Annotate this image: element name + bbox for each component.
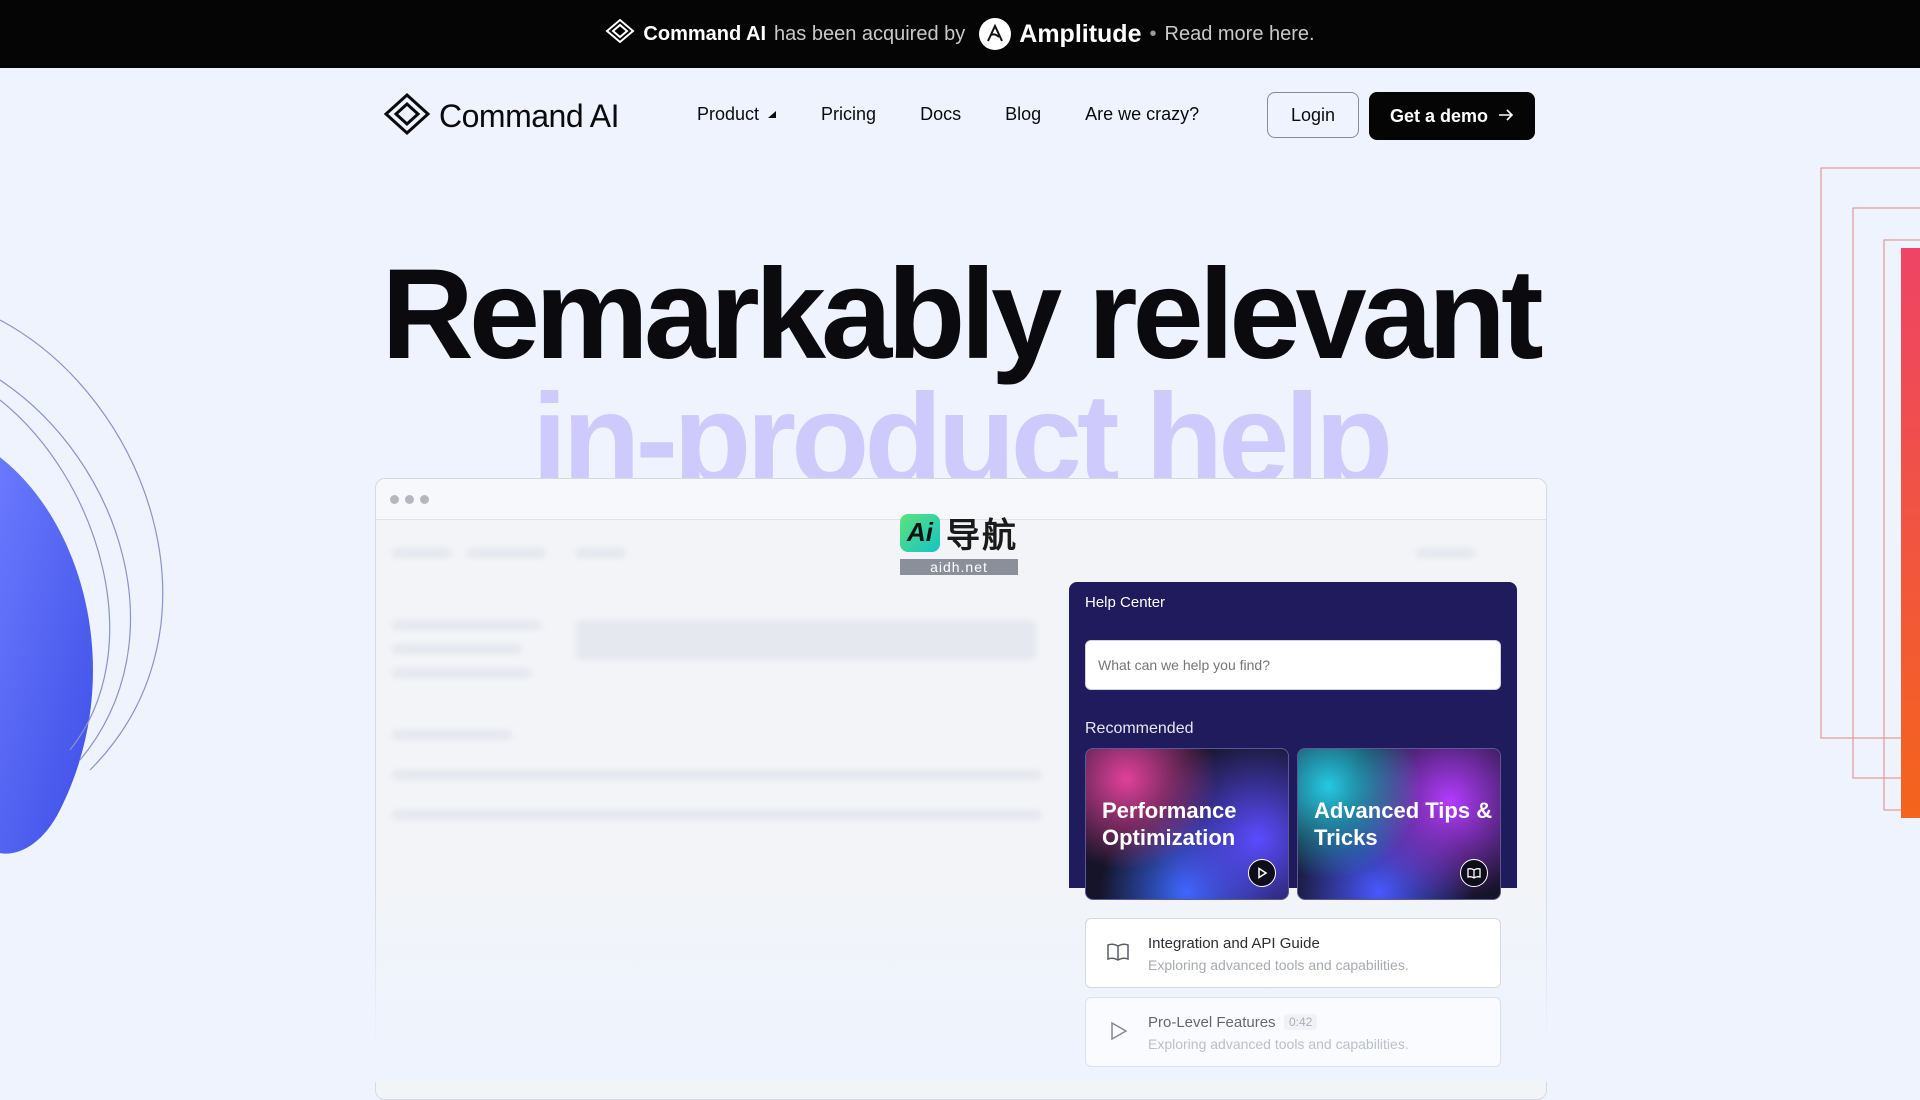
hero-title: Remarkably relevant [381,243,1543,386]
bottom-fade [0,880,1920,1082]
list-item-title: Pro-Level Features [1148,1014,1276,1031]
placeholder-bar [392,548,452,558]
placeholder-bar [576,548,626,558]
window-dot-icon [405,494,414,504]
nav-links: Product Pricing Docs Blog Are we crazy? [697,104,1199,125]
nav-item-blog[interactable]: Blog [1005,104,1041,125]
announcement-text: has been acquired by [774,22,966,45]
list-item-title: Integration and API Guide [1148,935,1320,952]
placeholder-bar [466,548,546,558]
command-ai-logo-icon [605,18,635,50]
aidh-watermark: Ai 导航 aidh.net [896,508,1022,575]
play-icon [1106,1020,1130,1047]
command-ai-logo-icon [383,92,431,141]
placeholder-bar [392,668,532,678]
announcement-bar[interactable]: Command AI has been acquired by Amplitud… [0,0,1920,68]
nav-item-product[interactable]: Product [697,104,777,125]
announcement-separator: • [1149,22,1157,45]
main-nav: Command AI Product Pricing Docs Blog Are… [0,68,1920,164]
placeholder-bar [1416,548,1476,558]
get-demo-label: Get a demo [1389,105,1489,126]
nav-item-label: Product [697,104,760,124]
placeholder-bar [392,730,512,740]
help-center-title: Help Center [1085,594,1166,611]
play-icon[interactable] [1248,859,1276,887]
placeholder-bar [392,620,542,630]
help-search-input[interactable] [1085,640,1501,690]
read-more-link[interactable]: Read more here. [1165,23,1315,46]
list-item-pro-level-features[interactable]: Pro-Level Features 0:42 Exploring advanc… [1085,997,1501,1067]
duration-badge: 0:42 [1284,1014,1318,1030]
logo-text: Command AI [439,98,619,134]
arrow-right-icon [1498,106,1514,127]
list-item-integration-guide[interactable]: Integration and API Guide Exploring adva… [1085,918,1501,988]
list-item-desc: Exploring advanced tools and capabilitie… [1148,957,1409,973]
book-icon [1106,941,1130,968]
get-demo-button[interactable]: Get a demo [1369,92,1535,140]
watermark-badge: Ai [900,513,940,552]
help-center-widget: Help Center Recommended Performance Opti… [1069,582,1517,1082]
card-title: Performance Optimization [1102,798,1237,850]
card-advanced-tips[interactable]: Advanced Tips & Tricks [1297,748,1501,900]
book-icon[interactable] [1460,859,1488,887]
placeholder-bar [392,810,1042,820]
announcement-brand: Command AI [643,22,767,45]
watermark-text: 导航 [946,517,1018,555]
nav-item-pricing[interactable]: Pricing [821,104,876,125]
caret-down-icon [767,104,777,125]
window-dot-icon [390,494,399,504]
placeholder-bar [392,644,522,654]
card-performance-optimization[interactable]: Performance Optimization [1085,748,1289,900]
card-title: Advanced Tips & Tricks [1314,798,1493,850]
list-item-desc: Exploring advanced tools and capabilitie… [1148,1036,1409,1052]
placeholder-bar [392,770,1042,780]
announcement-acquirer: Amplitude [1019,19,1142,48]
recommended-label: Recommended [1085,720,1194,737]
login-button[interactable]: Login [1267,92,1359,138]
site-logo[interactable]: Command AI [383,92,619,141]
amplitude-logo-icon [979,18,1012,50]
window-dot-icon [420,494,429,504]
nav-item-are-we-crazy[interactable]: Are we crazy? [1085,104,1199,125]
placeholder-block [576,620,1036,660]
nav-item-docs[interactable]: Docs [920,104,961,125]
watermark-url: aidh.net [900,559,1018,575]
